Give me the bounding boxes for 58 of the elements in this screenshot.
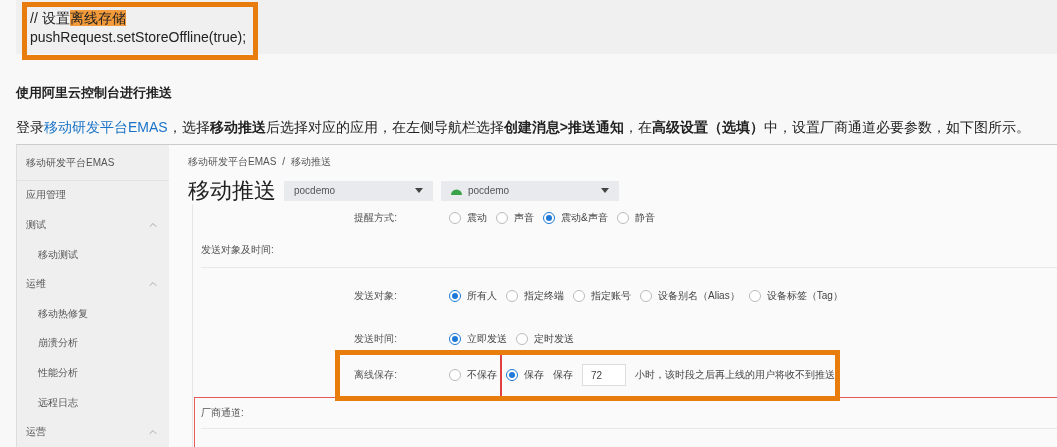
radio-button[interactable] <box>449 369 461 382</box>
radio-option[interactable]: 定时发送 <box>516 331 574 346</box>
radio-option[interactable]: 保存 <box>506 368 544 383</box>
radio-option[interactable]: 指定终端 <box>506 288 564 303</box>
radio-button[interactable] <box>506 369 518 382</box>
field-label: 离线保存: <box>353 368 398 383</box>
breadcrumb-current: 移动推送 <box>291 155 332 168</box>
breadcrumb-separator: / <box>282 155 286 168</box>
sidebar-item[interactable]: 崩溃分析 <box>17 328 169 359</box>
caret-icon <box>415 188 423 194</box>
sidebar-title: 移动研发平台EMAS <box>17 144 169 181</box>
sidebar-item[interactable]: 运维 <box>17 269 169 300</box>
section-heading: 使用阿里云控制台进行推送 <box>16 83 173 102</box>
retention-label: 保存 <box>553 368 573 383</box>
caret-icon <box>601 188 609 194</box>
radio-option[interactable]: 立即发送 <box>449 331 507 346</box>
radio-option[interactable]: 震动 <box>449 211 487 226</box>
field-label: 发送时间: <box>353 331 398 346</box>
radio-button[interactable] <box>449 332 461 345</box>
section-title: 发送对象及时间: <box>201 232 1057 268</box>
radio-button[interactable] <box>616 212 629 225</box>
annotation-line <box>500 354 502 396</box>
sidebar-item[interactable]: 远程日志 <box>17 387 169 418</box>
radio-option[interactable]: 所有人 <box>449 288 497 303</box>
field-label: 发送对象: <box>353 288 398 303</box>
radio-button[interactable] <box>449 212 461 225</box>
radio-option[interactable]: 不保存 <box>449 368 497 383</box>
radio-option[interactable]: 静音 <box>616 211 655 226</box>
sidebar-item[interactable]: 性能分析 <box>17 358 169 388</box>
radio-button[interactable] <box>748 289 761 302</box>
radio-button[interactable] <box>449 289 461 302</box>
sidebar-item[interactable]: 运营 <box>17 417 169 447</box>
hours-input[interactable]: 72 <box>582 364 626 387</box>
radio-button[interactable] <box>543 212 555 225</box>
radio-option[interactable]: 设备标签（Tag） <box>748 288 843 303</box>
sidebar-item[interactable]: 应用管理 <box>17 180 169 211</box>
field-label: 提醒方式: <box>353 211 398 226</box>
radio-button[interactable] <box>496 212 508 225</box>
radio-button[interactable] <box>516 332 528 345</box>
radio-button[interactable] <box>640 289 652 302</box>
section-title: 厂商通道: <box>201 397 1057 429</box>
sidebar-item[interactable]: 移动热修复 <box>17 299 169 329</box>
platform-link[interactable]: 移动研发平台EMAS <box>44 118 168 135</box>
app-dropdown[interactable]: pocdemo <box>441 180 619 201</box>
sidebar-item[interactable]: 测试 <box>17 210 169 240</box>
retention-note: 小时，该时段之后再上线的用户将收不到推送 <box>635 368 835 383</box>
app-dropdown[interactable]: pocdemo <box>284 180 433 201</box>
breadcrumb-link[interactable]: 移动研发平台EMAS <box>188 155 277 168</box>
radio-option[interactable]: 震动&声音 <box>543 211 608 226</box>
radio-button[interactable] <box>506 289 518 302</box>
radio-button[interactable] <box>573 289 585 302</box>
instruction-text: 登录移动研发平台EMAS，选择移动推送后选择对应的应用，在左侧导航栏选择创建消息>推送通知，在高级设置（选填）中，设置厂商通道必要参数，如下图所示。 <box>16 117 1031 136</box>
sidebar-item[interactable]: 移动测试 <box>17 239 169 270</box>
radio-option[interactable]: 声音 <box>496 211 534 226</box>
radio-option[interactable]: 设备别名（Alias） <box>640 288 740 303</box>
page-title: 移动推送 <box>188 176 276 205</box>
code-line: pushRequest.setStoreOffline(true); <box>30 29 248 45</box>
radio-option[interactable]: 指定账号 <box>573 288 631 303</box>
